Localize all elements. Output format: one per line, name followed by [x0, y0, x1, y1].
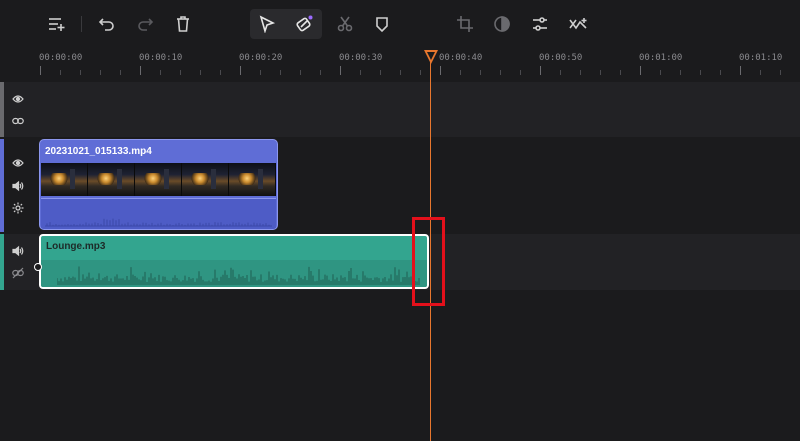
ruler-tick [680, 70, 681, 75]
add-track-icon[interactable] [44, 12, 68, 36]
ruler-tick [220, 70, 221, 75]
ruler-tick [60, 70, 61, 75]
redo-icon[interactable] [133, 12, 157, 36]
ruler-tick [360, 70, 361, 75]
volume-icon[interactable] [11, 179, 25, 193]
select-tool-icon[interactable] [255, 12, 279, 36]
volume-icon[interactable] [11, 244, 25, 258]
ruler-label: 00:00:10 [139, 53, 183, 63]
ruler-label: 00:00:50 [539, 53, 583, 63]
ruler-tick [700, 70, 701, 75]
video-clip-audio-lane [41, 198, 276, 229]
thumbnail [41, 163, 88, 196]
audio-clip-filename: Lounge.mp3 [46, 241, 106, 252]
track-empty[interactable] [0, 82, 800, 137]
ruler-tick [180, 70, 181, 75]
ruler-tick [140, 66, 141, 75]
video-audio-waveform [45, 218, 272, 227]
ruler-tick [80, 70, 81, 75]
ruler-tick [120, 70, 121, 75]
highlight-annotation [412, 217, 445, 306]
ruler-tick [100, 70, 101, 75]
unlink-icon[interactable] [11, 266, 25, 280]
playhead-handle[interactable] [424, 50, 438, 64]
video-clip[interactable]: 20231021_015133.mp4 [39, 139, 278, 230]
audio-clip[interactable]: Lounge.mp3 [39, 234, 429, 289]
thumbnail [182, 163, 229, 196]
ruler-tick [580, 70, 581, 75]
ruler-tick [440, 66, 441, 75]
audio-waveform [57, 266, 420, 285]
link-icon[interactable] [11, 114, 25, 128]
ruler-tick [260, 70, 261, 75]
ruler-tick [40, 66, 41, 75]
thumbnail [229, 163, 276, 196]
timeline-ruler[interactable]: 00:00:00 00:00:10 00:00:20 00:00:30 00:0… [0, 48, 800, 80]
ruler-tick [620, 70, 621, 75]
delete-icon[interactable] [171, 12, 195, 36]
eye-icon[interactable] [11, 156, 25, 170]
effects-icon[interactable] [11, 201, 25, 215]
undo-icon[interactable] [95, 12, 119, 36]
adjust-icon[interactable] [528, 12, 552, 36]
ruler-label: 00:01:00 [639, 53, 683, 63]
ruler-tick [780, 70, 781, 75]
ruler-tick [600, 70, 601, 75]
ruler-label: 00:00:30 [339, 53, 383, 63]
ruler-tick [540, 66, 541, 75]
ruler-tick [420, 70, 421, 75]
ruler-tick [340, 66, 341, 75]
ruler-label: 00:00:00 [39, 53, 83, 63]
video-clip-filename: 20231021_015133.mp4 [45, 146, 152, 157]
ruler-tick [460, 70, 461, 75]
crop-icon[interactable] [453, 12, 477, 36]
track-stripe [0, 234, 4, 290]
ruler-tick [520, 70, 521, 75]
track-stripe [0, 139, 4, 232]
color-icon[interactable] [490, 12, 514, 36]
speed-icon[interactable] [566, 12, 590, 36]
ruler-tick [720, 70, 721, 75]
ruler-label: 00:01:10 [739, 53, 783, 63]
split-icon[interactable] [333, 12, 357, 36]
ruler-tick [500, 70, 501, 75]
track-stripe [0, 82, 4, 137]
eye-icon[interactable] [11, 92, 25, 106]
ruler-tick [480, 70, 481, 75]
ruler-tick [660, 70, 661, 75]
thumbnail [135, 163, 182, 196]
ruler-tick [300, 70, 301, 75]
mark-icon[interactable] [370, 12, 394, 36]
ruler-tick [740, 66, 741, 75]
timeline-toolbar [0, 0, 800, 48]
ruler-tick [400, 70, 401, 75]
razor-tool-icon[interactable] [292, 12, 316, 36]
ruler-tick [240, 66, 241, 75]
ruler-tick [760, 70, 761, 75]
ruler-tick [380, 70, 381, 75]
ruler-tick [640, 66, 641, 75]
ruler-tick [160, 70, 161, 75]
clip-trim-handle[interactable] [34, 263, 42, 271]
ruler-tick [560, 70, 561, 75]
ruler-tick [200, 70, 201, 75]
ruler-label: 00:00:20 [239, 53, 283, 63]
video-thumbnails [41, 163, 276, 196]
toolbar-divider [81, 16, 82, 32]
ruler-tick [320, 70, 321, 75]
thumbnail [88, 163, 135, 196]
ruler-tick [280, 70, 281, 75]
ruler-label: 00:00:40 [439, 53, 483, 63]
